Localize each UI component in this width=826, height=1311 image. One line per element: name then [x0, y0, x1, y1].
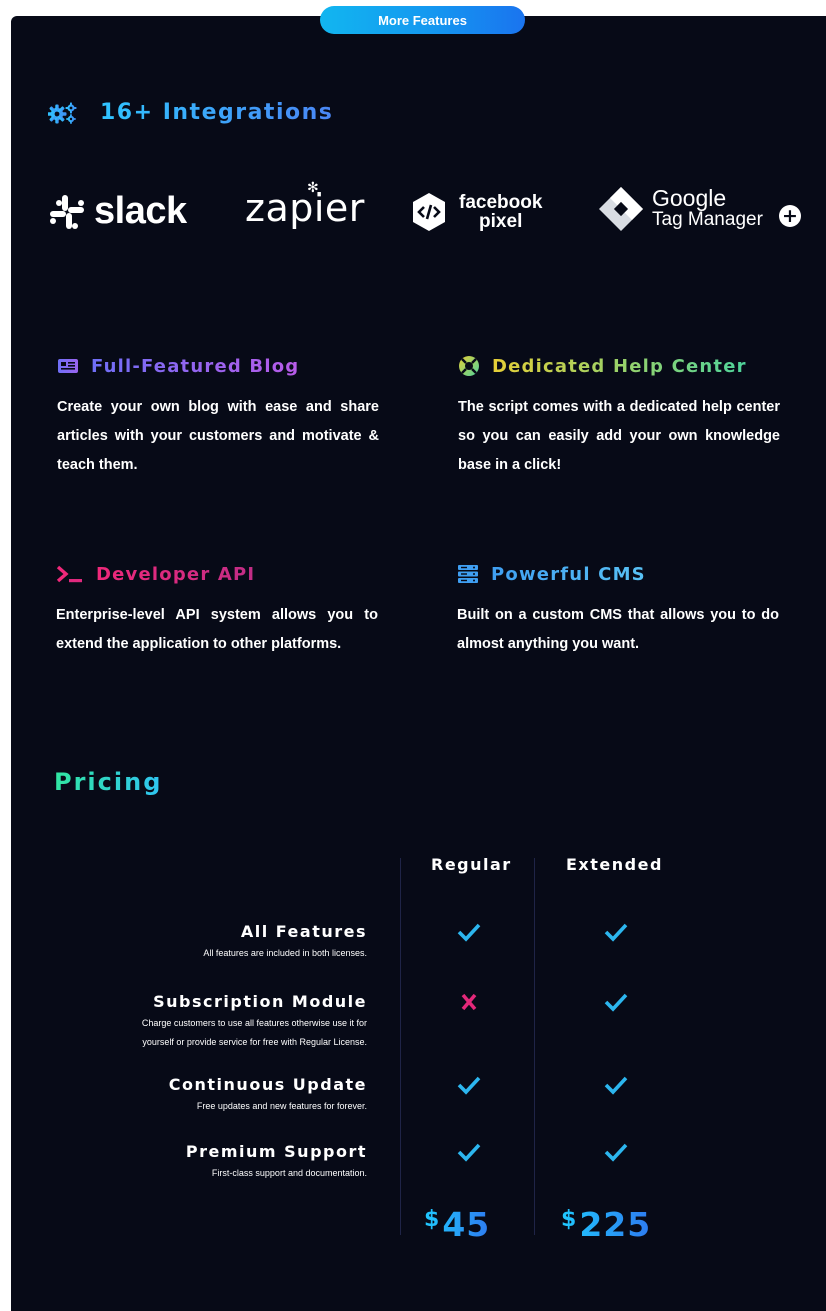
column-divider: [534, 858, 535, 1235]
integrations-heading: 16+ Integrations: [48, 100, 333, 125]
pricing-row-description: First-class support and documentation.: [211, 1168, 367, 1178]
slack-logo: slack: [48, 190, 187, 233]
feature-cms: Powerful CMS Built on a custom CMS that …: [457, 561, 779, 659]
gtm-line2: Tag Manager: [652, 209, 763, 230]
feature-title: Full-Featured Blog: [91, 355, 300, 377]
gtm-line1: Google: [652, 185, 727, 211]
slack-wordmark: slack: [94, 190, 187, 232]
plus-circle-icon[interactable]: +: [779, 205, 801, 227]
price-extended: $225: [561, 1205, 651, 1244]
cross-icon: [461, 993, 477, 1011]
facebook-pixel-logo: facebook pixel: [411, 192, 542, 232]
server-icon: [458, 565, 478, 583]
price-currency: $: [561, 1207, 577, 1232]
tag-manager-icon: [599, 187, 643, 231]
pricing-row-description-line: yourself or provide service for free wit…: [142, 1037, 367, 1047]
slack-icon: [50, 194, 84, 229]
check-icon: [457, 923, 481, 942]
feature-description: Create your own blog with ease and share…: [57, 399, 379, 473]
feature-title: Developer API: [96, 563, 256, 585]
price-amount: 45: [442, 1205, 491, 1244]
pricing-row-description: All features are included in both licens…: [203, 948, 367, 958]
terminal-icon: [56, 565, 82, 583]
check-icon: [457, 1143, 481, 1162]
check-icon: [457, 1076, 481, 1095]
pricing-row-title: Subscription Module: [153, 992, 367, 1011]
feature-description: The script comes with a dedicated help c…: [458, 399, 780, 473]
check-icon: [604, 923, 628, 942]
feature-title: Dedicated Help Center: [492, 355, 747, 377]
lifebuoy-icon: [459, 356, 479, 376]
pricing-row-label: Continuous Update Free updates and new f…: [169, 1075, 367, 1116]
check-icon: [604, 1076, 628, 1095]
pricing-row-description: Charge customers to use all features oth…: [142, 1014, 367, 1052]
column-header-regular: Regular: [431, 855, 512, 874]
google-tag-manager-logo: Google Tag Manager: [598, 186, 763, 232]
price-currency: $: [424, 1207, 440, 1232]
column-divider: [400, 858, 401, 1235]
column-header-extended: Extended: [566, 855, 663, 874]
gears-icon: [48, 102, 77, 124]
pricing-row-description: Free updates and new features for foreve…: [196, 1101, 367, 1111]
check-icon: [604, 1143, 628, 1162]
check-icon: [604, 993, 628, 1012]
feature-help-center: Dedicated Help Center The script comes w…: [458, 353, 780, 480]
blog-icon: [58, 359, 78, 373]
feature-description: Built on a custom CMS that allows you to…: [457, 607, 779, 652]
pricing-row-label: Premium Support First-class support and …: [186, 1142, 367, 1183]
asterisk-icon: ✻: [307, 180, 319, 196]
feature-title: Powerful CMS: [491, 563, 646, 585]
feature-developer-api: Developer API Enterprise-level API syste…: [56, 561, 378, 659]
facebook-pixel-line2: pixel: [479, 211, 523, 232]
pricing-row-label: All Features All features are included i…: [203, 922, 367, 963]
more-features-button[interactable]: More Features: [320, 6, 525, 34]
feature-description: Enterprise-level API system allows you t…: [56, 607, 378, 652]
pricing-row-title: Continuous Update: [168, 1075, 367, 1094]
pricing-row-label: Subscription Module Charge customers to …: [142, 992, 367, 1052]
zapier-logo: ✻ zapier: [245, 180, 365, 230]
code-hexagon-icon: [413, 193, 445, 231]
pricing-row-title: Premium Support: [185, 1142, 367, 1161]
facebook-pixel-line1: facebook: [459, 192, 543, 213]
pricing-row-description-line: Charge customers to use all features oth…: [141, 1018, 367, 1028]
feature-blog: Full-Featured Blog Create your own blog …: [57, 353, 379, 480]
price-regular: $45: [424, 1205, 490, 1244]
price-amount: 225: [579, 1205, 652, 1244]
integrations-title: 16+ Integrations: [100, 100, 334, 125]
pricing-title: Pricing: [54, 768, 163, 796]
zapier-wordmark: zapier: [245, 186, 365, 230]
pricing-row-title: All Features: [240, 922, 367, 941]
